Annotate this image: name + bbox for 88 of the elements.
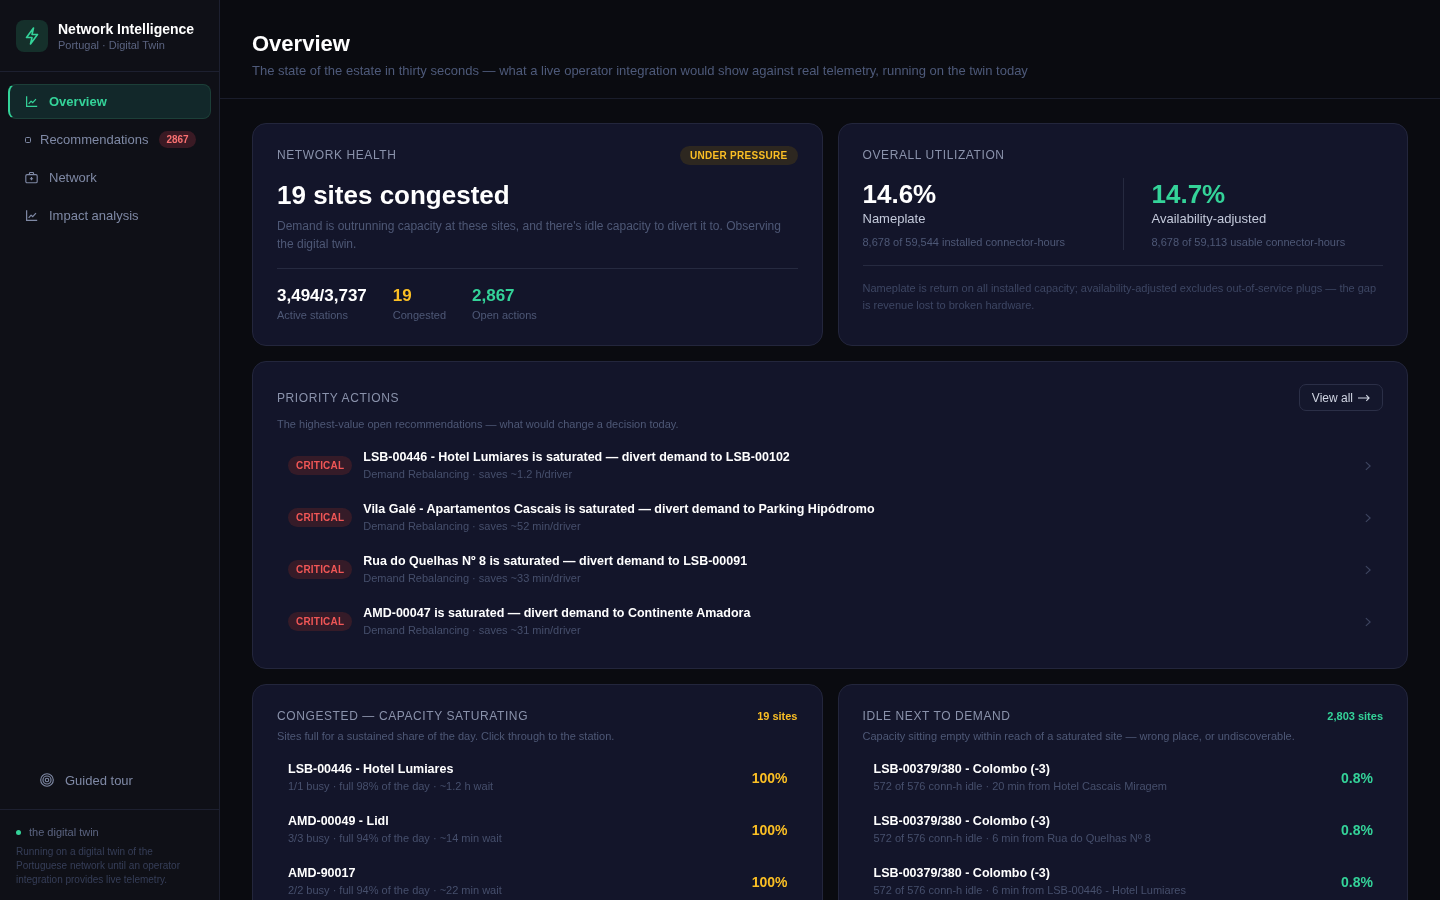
site-name: LSB-00379/380 - Colombo (-3) <box>873 865 1051 882</box>
action-row[interactable]: CRITICAL Rua do Quelhas Nº 8 is saturated — divert demand to LSB-00091 Demand Rebalancing · saves ~33 min/driver <box>277 544 1383 596</box>
action-detail: Demand Rebalancing · saves ~31 min/driver <box>363 623 582 638</box>
severity-badge: CRITICAL <box>288 612 353 631</box>
stat-value: 3,494/3,737 <box>277 285 367 307</box>
status-badge: UNDER PRESSURE <box>679 145 798 165</box>
action-detail: Demand Rebalancing · saves ~33 min/driver <box>363 571 582 586</box>
metric-value: 14.6% <box>862 178 938 210</box>
site-value: 100% <box>751 873 788 890</box>
card-label: OVERALL UTILIZATION <box>862 148 1005 162</box>
lightning-bolt-icon <box>16 20 48 52</box>
site-name: AMD-00049 - Lidl <box>288 813 390 830</box>
card-subtitle: Capacity sitting empty within reach of a saturated site — wrong place, or undiscoverable. <box>862 729 1296 744</box>
action-detail: Demand Rebalancing · saves ~1.2 h/driver <box>363 467 574 482</box>
target-icon <box>40 773 54 787</box>
nav-item[interactable]: Network <box>8 160 211 195</box>
status-dot-icon <box>16 829 21 835</box>
site-detail: 3/3 busy · full 94% of the day · ~14 min wait <box>288 831 502 846</box>
site-value: 0.8% <box>1341 873 1373 890</box>
card-subtitle: The highest-value open recommendations — what would change a decision today. <box>277 417 680 432</box>
metric-label: Nameplate <box>862 210 927 228</box>
site-row[interactable]: LSB-00379/380 - Colombo (-3) 572 of 576 conn-h idle · 20 min from Hotel Cascais Miragem 0.8% <box>862 752 1383 804</box>
metric-detail: 8,678 of 59,544 installed connector-hours <box>862 235 1066 250</box>
view-all-button[interactable]: View all <box>1298 384 1383 411</box>
site-detail: 572 of 576 conn-h idle · 6 min from Rua do Quelhas Nº 8 <box>873 831 1151 846</box>
chevron-right-icon <box>1365 512 1371 523</box>
brand-subtitle: Portugal · Digital Twin <box>58 38 166 52</box>
site-detail: 2/2 busy · full 94% of the day · ~22 min wait <box>288 883 502 898</box>
guided-tour-button[interactable]: Guided tour <box>40 761 133 799</box>
site-detail: 572 of 576 conn-h idle · 20 min from Hotel Cascais Miragem <box>873 779 1167 794</box>
headline: 19 sites congested <box>277 179 511 212</box>
chevron-right-icon <box>1365 564 1371 575</box>
severity-badge: CRITICAL <box>288 560 353 579</box>
site-value: 100% <box>751 821 788 838</box>
site-row[interactable]: LSB-00446 - Hotel Lumiares 1/1 busy · full 98% of the day · ~1.2 h wait 100% <box>277 752 798 804</box>
metric-detail: 8,678 of 59,113 usable connector-hours <box>1151 235 1347 250</box>
card-label: IDLE NEXT TO DEMAND <box>862 709 1011 723</box>
site-count: 19 sites <box>757 710 798 722</box>
stat-value: 19 <box>392 285 413 307</box>
action-title: Vila Galé - Apartamentos Cascais is saturated — divert demand to Parking Hipódromo <box>363 501 875 518</box>
nav-item[interactable]: Impact analysis <box>8 198 211 233</box>
site-name: AMD-90017 <box>288 865 357 882</box>
site-name: LSB-00379/380 - Colombo (-3) <box>873 761 1051 778</box>
card-label: NETWORK HEALTH <box>277 148 397 162</box>
site-row[interactable]: LSB-00379/380 - Colombo (-3) 572 of 576 conn-h idle · 6 min from Rua do Quelhas Nº 8 0.8% <box>862 804 1383 856</box>
stat-label: Open actions <box>472 308 537 323</box>
site-value: 0.8% <box>1341 769 1373 786</box>
site-name: LSB-00446 - Hotel Lumiares <box>288 761 455 778</box>
brand-title: Network Intelligence <box>58 20 195 38</box>
stat-value: 2,867 <box>472 285 516 307</box>
severity-badge: CRITICAL <box>288 456 353 475</box>
line-chart-icon <box>25 209 38 222</box>
card-label: PRIORITY ACTIONS <box>277 390 400 405</box>
action-title: Rua do Quelhas Nº 8 is saturated — divert demand to LSB-00091 <box>363 553 748 570</box>
site-value: 0.8% <box>1341 821 1373 838</box>
site-row[interactable]: AMD-90017 2/2 busy · full 94% of the day · ~22 min wait 100% <box>277 856 798 900</box>
stat-label: Active stations <box>277 308 349 323</box>
metric-label: Availability-adjusted <box>1151 210 1268 228</box>
page-title: Overview <box>252 30 351 58</box>
count-badge: 2867 <box>159 131 196 148</box>
chevron-right-icon <box>1365 460 1371 471</box>
card-label: CONGESTED — CAPACITY SATURATING <box>277 709 529 723</box>
action-title: AMD-00047 is saturated — divert demand to Continente Amadora <box>363 605 751 622</box>
arrow-right-icon <box>1358 393 1370 402</box>
card-subtitle: Sites full for a sustained share of the day. Click through to the station. <box>277 729 616 744</box>
status-label: the digital twin <box>29 826 99 838</box>
line-chart-icon <box>25 95 38 108</box>
site-row[interactable]: AMD-00049 - Lidl 3/3 busy · full 94% of the day · ~14 min wait 100% <box>277 804 798 856</box>
chevron-right-icon <box>1365 616 1371 627</box>
site-value: 100% <box>751 769 788 786</box>
site-detail: 1/1 busy · full 98% of the day · ~1.2 h wait <box>288 779 494 794</box>
site-name: LSB-00379/380 - Colombo (-3) <box>873 813 1051 830</box>
nav-item[interactable]: Overview <box>8 84 211 119</box>
action-row[interactable]: CRITICAL AMD-00047 is saturated — divert demand to Continente Amadora Demand Rebalancing · saves ~31 min/driver <box>277 596 1383 648</box>
metric-value: 14.7% <box>1151 178 1227 210</box>
severity-badge: CRITICAL <box>288 508 353 527</box>
site-detail: 572 of 576 conn-h idle · 6 min from LSB-00446 - Hotel Lumiares <box>873 883 1186 898</box>
action-title: LSB-00446 - Hotel Lumiares is saturated — divert demand to LSB-00102 <box>363 449 790 466</box>
briefcase-icon <box>25 171 38 184</box>
site-count: 2,803 sites <box>1327 710 1383 722</box>
page-subtitle: The state of the estate in thirty seconds — what a live operator integration would show against real telemetry, running on the twin today <box>252 62 1029 80</box>
action-row[interactable]: CRITICAL LSB-00446 - Hotel Lumiares is saturated — divert demand to LSB-00102 Demand Rebalancing · saves ~1.2 h/driver <box>277 440 1383 492</box>
stat-label: Congested <box>392 308 447 323</box>
action-detail: Demand Rebalancing · saves ~52 min/driver <box>363 519 582 534</box>
description: Demand is outrunning capacity at these sites, and there's idle capacity to divert it to. Observing the digital twin. <box>277 218 782 253</box>
site-row[interactable]: LSB-00379/380 - Colombo (-3) 572 of 576 conn-h idle · 6 min from LSB-00446 - Hotel Lumiares 0.8% <box>862 856 1383 900</box>
nav-item[interactable]: Recommendations 2867 <box>8 122 211 157</box>
action-row[interactable]: CRITICAL Vila Galé - Apartamentos Cascais is saturated — divert demand to Parking Hipódromo Demand Rebalancing · saves ~52 min/driver <box>277 492 1383 544</box>
